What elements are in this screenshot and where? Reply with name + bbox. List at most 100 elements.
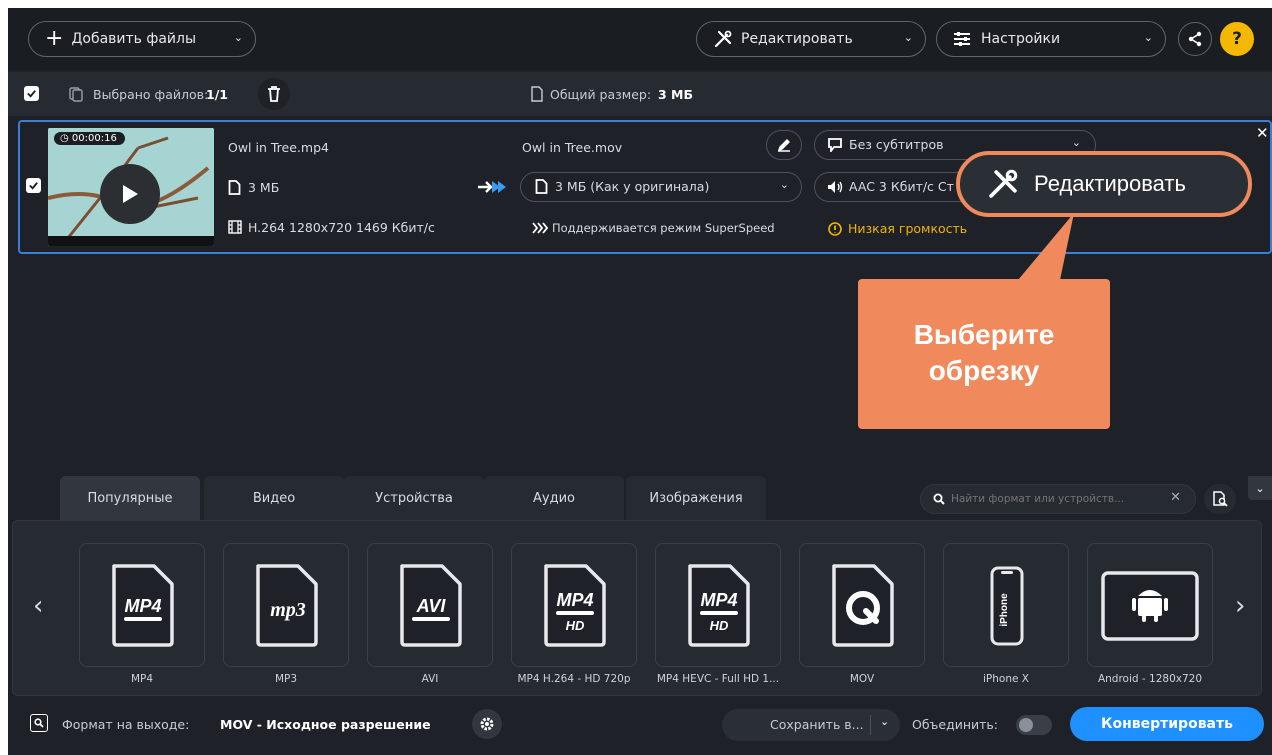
convert-label: Конвертировать xyxy=(1101,716,1233,732)
chevron-down-icon: ⌄ xyxy=(1071,136,1081,149)
superspeed-icon xyxy=(532,222,548,234)
format-tile-android[interactable] xyxy=(1087,543,1213,667)
output-format-preview-button[interactable] xyxy=(30,714,48,732)
scroll-right-icon[interactable]: › xyxy=(1235,591,1245,621)
tab-video[interactable]: Видео xyxy=(204,476,344,520)
help-button[interactable]: ? xyxy=(1220,22,1254,56)
superspeed-text: Поддерживается режим SuperSpeed xyxy=(552,221,775,235)
tools-icon xyxy=(989,169,1018,198)
search-icon xyxy=(933,493,945,505)
hd-badge: HD xyxy=(566,618,585,633)
iphone-icon: iPhone xyxy=(990,566,1024,646)
share-button[interactable] xyxy=(1178,22,1212,56)
format-label: MP4 HEVC - Full HD 1... xyxy=(656,673,780,685)
output-size-dropdown[interactable]: 3 МБ (Как у оригинала) ⌄ xyxy=(520,172,802,202)
hd-badge: HD xyxy=(710,618,729,633)
format-grid: ‹ MP4 MP4 mp3 MP3 AVI AVI MP4 HD MP4 H.2… xyxy=(12,520,1262,696)
format-search[interactable]: ✕ xyxy=(920,484,1196,514)
delete-button[interactable] xyxy=(258,78,290,110)
help-icon: ? xyxy=(1232,29,1242,49)
edit-callout-button[interactable]: Редактировать xyxy=(956,151,1252,217)
audio-value: AAC 3 Кбит/с Ст xyxy=(849,179,954,194)
convert-arrow-icon xyxy=(478,181,506,193)
plus-icon: + xyxy=(45,26,64,51)
toggle-knob xyxy=(1019,718,1033,732)
hint-line-2: обрезку xyxy=(928,355,1040,386)
output-format-settings-button[interactable] xyxy=(472,709,502,739)
chevron-down-icon[interactable]: ⌄ xyxy=(904,31,913,44)
save-to-dropdown[interactable]: Сохранить в... ⌄ xyxy=(722,709,900,741)
convert-button[interactable]: Конвертировать xyxy=(1070,707,1264,741)
tab-label: Изображения xyxy=(649,490,743,506)
iphone-badge: iPhone xyxy=(999,593,1010,627)
format-label: MP3 xyxy=(274,673,298,685)
settings-sliders-icon xyxy=(954,32,970,46)
chevron-down-icon[interactable]: ⌄ xyxy=(1144,31,1153,44)
format-tile-avi[interactable]: AVI xyxy=(367,543,493,667)
output-file-name[interactable]: Owl in Tree.mov xyxy=(522,140,622,155)
format-tile-mov[interactable] xyxy=(799,543,925,667)
merge-toggle[interactable] xyxy=(1016,715,1052,735)
mp4-hd-icon: MP4 HD xyxy=(688,564,750,647)
tab-popular[interactable]: Популярные xyxy=(60,476,200,520)
file-size-icon xyxy=(535,179,548,194)
preview-format-button[interactable] xyxy=(1204,484,1236,514)
chevron-down-icon: ⌄ xyxy=(1255,481,1265,495)
clock-icon: ◷ xyxy=(60,133,69,144)
format-tile-mp4[interactable]: MP4 xyxy=(79,543,205,667)
mp4-icon: MP4 xyxy=(112,564,174,647)
tab-devices[interactable]: Устройства xyxy=(344,476,484,520)
output-format-value: MOV - Исходное разрешение xyxy=(220,717,431,732)
format-tile-mp3[interactable]: mp3 xyxy=(223,543,349,667)
format-label: MP4 xyxy=(130,673,154,685)
file-icon xyxy=(531,86,543,102)
hint-line-1: Выберите xyxy=(913,319,1055,350)
settings-dropdown-button[interactable]: Настройки ⌄ xyxy=(936,21,1166,57)
mp3-icon: mp3 xyxy=(256,564,318,647)
rename-button[interactable] xyxy=(766,130,802,160)
format-label: iPhone X xyxy=(983,673,1029,685)
tab-label: Устройства xyxy=(375,490,453,506)
output-size-value: 3 МБ (Как у оригинала) xyxy=(555,179,710,194)
merge-label: Объединить: xyxy=(912,717,998,732)
tab-label: Популярные xyxy=(87,490,173,506)
subtitles-icon xyxy=(828,138,842,152)
tab-images[interactable]: Изображения xyxy=(626,476,766,520)
scroll-left-icon[interactable]: ‹ xyxy=(33,591,43,621)
add-files-button[interactable]: + Добавить файлы ⌄ xyxy=(28,21,256,57)
select-all-checkbox[interactable] xyxy=(24,86,39,101)
file-size-icon xyxy=(228,180,241,195)
play-button[interactable] xyxy=(100,164,160,224)
selection-bar: Выбрано файлов: 1/1 Общий размер: 3 МБ xyxy=(8,72,1272,116)
mp3-badge: mp3 xyxy=(270,599,306,621)
close-icon[interactable]: ✕ xyxy=(1256,124,1269,142)
android-icon xyxy=(1101,571,1199,641)
avi-icon: AVI xyxy=(400,564,462,647)
format-tile-iphone-x[interactable]: iPhone xyxy=(943,543,1069,667)
video-thumbnail[interactable]: ◷ 00:00:16 xyxy=(48,128,214,246)
save-to-label: Сохранить в... xyxy=(770,717,864,732)
format-tile-mp4-hevc[interactable]: MP4 HD xyxy=(655,543,781,667)
doc-search-icon xyxy=(1213,491,1228,507)
collapse-panel-button[interactable]: ⌄ xyxy=(1248,476,1272,500)
tab-audio[interactable]: Аудио xyxy=(484,476,624,520)
search-input[interactable] xyxy=(951,490,1161,508)
mp4-badge: MP4 xyxy=(124,596,161,616)
format-label: Android - 1280x720 xyxy=(1097,673,1203,685)
format-tile-mp4-720p[interactable]: MP4 HD xyxy=(511,543,637,667)
chevron-down-icon[interactable]: ⌄ xyxy=(880,715,889,728)
file-checkbox[interactable] xyxy=(26,178,41,193)
play-icon xyxy=(123,185,138,203)
edit-callout-label: Редактировать xyxy=(1034,171,1186,196)
edit-dropdown-button[interactable]: Редактировать ⌄ xyxy=(696,21,926,57)
chevron-down-icon[interactable]: ⌄ xyxy=(234,31,243,44)
total-size-label: Общий размер: xyxy=(550,87,652,102)
tools-icon xyxy=(714,30,732,48)
selected-files-count: 1/1 xyxy=(206,87,228,102)
duration-badge: ◷ 00:00:16 xyxy=(54,132,125,145)
source-file-name: Owl in Tree.mp4 xyxy=(228,140,329,155)
duration-text: 00:00:16 xyxy=(71,133,117,144)
film-icon xyxy=(228,220,242,234)
clear-search-icon[interactable]: ✕ xyxy=(1170,490,1181,505)
low-volume-warning[interactable]: Низкая громкость xyxy=(848,221,967,236)
